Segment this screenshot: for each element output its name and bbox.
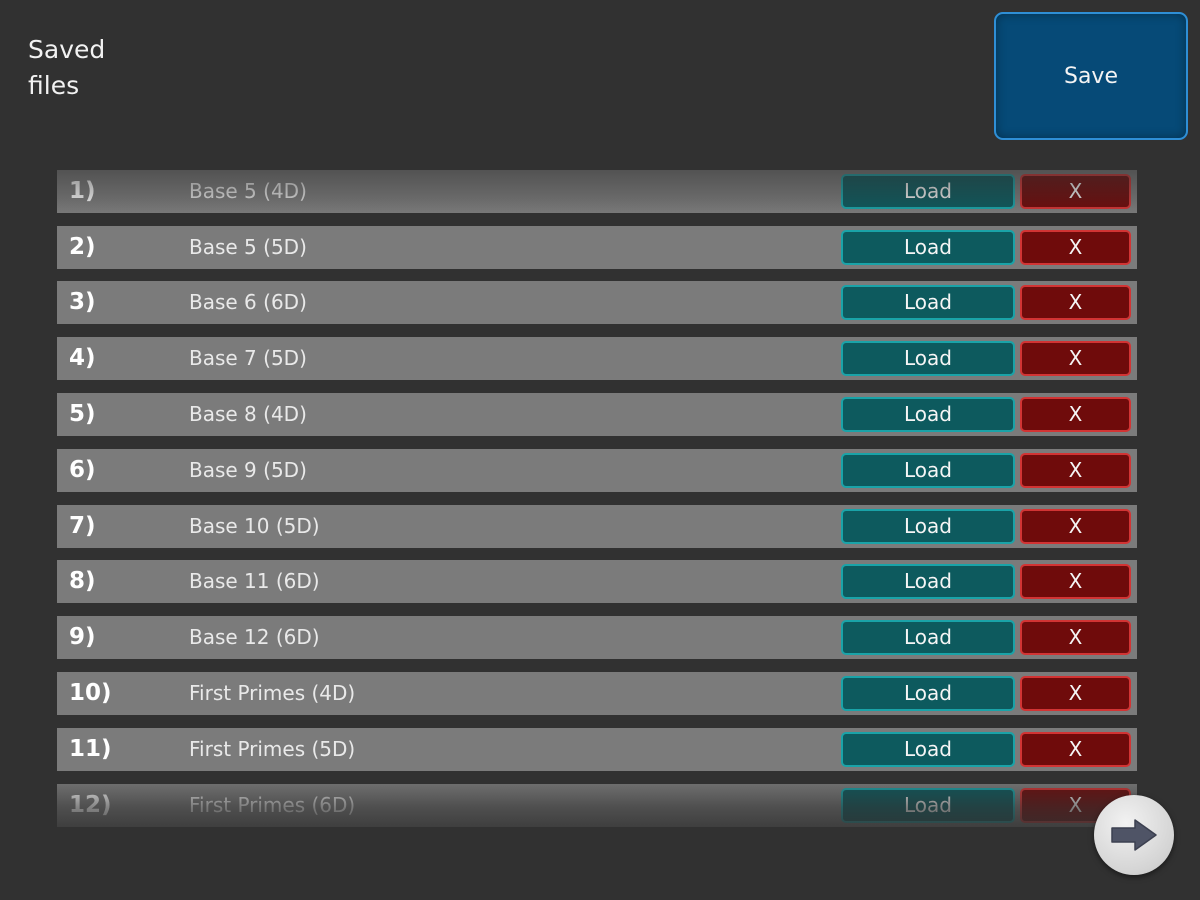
load-button[interactable]: Load [841,509,1015,544]
delete-button[interactable]: X [1020,285,1131,320]
list-item: 6) Base 9 (5D) Load X [57,449,1137,492]
list-item: 9) Base 12 (6D) Load X [57,616,1137,659]
file-index: 12) [69,792,112,818]
list-item: 12) First Primes (6D) Load X [57,784,1137,827]
file-index: 10) [69,680,112,706]
file-name: Base 11 (6D) [189,569,320,593]
file-name: First Primes (5D) [189,737,356,761]
file-index: 6) [69,457,96,483]
load-button[interactable]: Load [841,341,1015,376]
saved-files-list[interactable]: 1) Base 5 (4D) Load X 2) Base 5 (5D) Loa… [57,170,1137,828]
list-item: 1) Base 5 (4D) Load X [57,170,1137,213]
next-page-button[interactable] [1094,795,1174,875]
load-button[interactable]: Load [841,174,1015,209]
load-button[interactable]: Load [841,732,1015,767]
list-item: 4) Base 7 (5D) Load X [57,337,1137,380]
file-name: Base 8 (4D) [189,402,307,426]
file-name: Base 6 (6D) [189,290,307,314]
delete-button[interactable]: X [1020,509,1131,544]
save-button[interactable]: Save [994,12,1188,140]
file-name: Base 10 (5D) [189,514,320,538]
file-index: 4) [69,345,96,371]
load-button[interactable]: Load [841,564,1015,599]
list-item: 3) Base 6 (6D) Load X [57,281,1137,324]
file-index: 3) [69,289,96,315]
file-name: Base 12 (6D) [189,625,320,649]
load-button[interactable]: Load [841,676,1015,711]
file-name: Base 7 (5D) [189,346,307,370]
load-button[interactable]: Load [841,788,1015,823]
list-item: 11) First Primes (5D) Load X [57,728,1137,771]
file-index: 7) [69,513,96,539]
file-index: 11) [69,736,112,762]
file-name: Base 5 (5D) [189,235,307,259]
delete-button[interactable]: X [1020,397,1131,432]
delete-button[interactable]: X [1020,174,1131,209]
list-item: 2) Base 5 (5D) Load X [57,226,1137,269]
load-button[interactable]: Load [841,620,1015,655]
file-index: 5) [69,401,96,427]
file-name: First Primes (6D) [189,793,356,817]
load-button[interactable]: Load [841,230,1015,265]
delete-button[interactable]: X [1020,341,1131,376]
delete-button[interactable]: X [1020,564,1131,599]
load-button[interactable]: Load [841,453,1015,488]
arrow-right-icon [1111,819,1157,851]
delete-button[interactable]: X [1020,453,1131,488]
file-name: Base 5 (4D) [189,179,307,203]
file-index: 2) [69,234,96,260]
list-item: 5) Base 8 (4D) Load X [57,393,1137,436]
file-name: Base 9 (5D) [189,458,307,482]
delete-button[interactable]: X [1020,676,1131,711]
load-button[interactable]: Load [841,285,1015,320]
delete-button[interactable]: X [1020,732,1131,767]
file-index: 9) [69,624,96,650]
file-index: 1) [69,178,96,204]
list-item: 10) First Primes (4D) Load X [57,672,1137,715]
list-item: 8) Base 11 (6D) Load X [57,560,1137,603]
file-name: First Primes (4D) [189,681,356,705]
saved-files-screen: Saved files Save 1) Base 5 (4D) Load X 2… [0,0,1200,900]
file-index: 8) [69,568,96,594]
load-button[interactable]: Load [841,397,1015,432]
page-title: Saved files [28,35,106,100]
delete-button[interactable]: X [1020,620,1131,655]
delete-button[interactable]: X [1020,230,1131,265]
list-item: 7) Base 10 (5D) Load X [57,505,1137,548]
